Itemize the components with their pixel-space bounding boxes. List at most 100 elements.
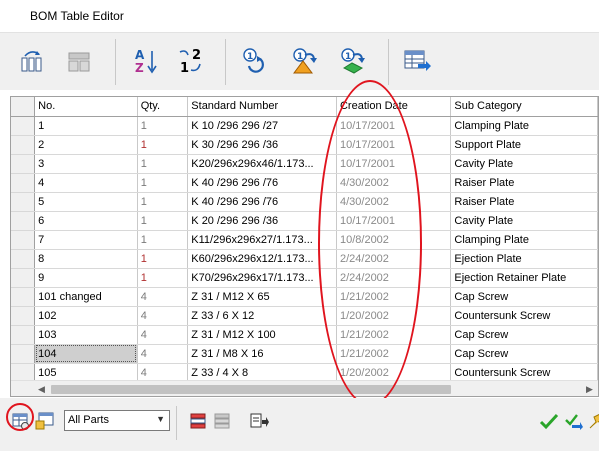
- insert-column-icon[interactable]: [18, 45, 48, 77]
- table-row[interactable]: 104 4 Z 31 / M8 X 16 1/21/2002 Cap Screw: [11, 344, 598, 364]
- table-settings-icon[interactable]: [10, 410, 32, 432]
- cell-qty[interactable]: 1: [137, 249, 189, 269]
- load-table-icon[interactable]: [34, 410, 56, 432]
- row-header[interactable]: [11, 230, 36, 250]
- cell-sub-category[interactable]: Support Plate: [450, 135, 598, 155]
- cell-creation-date[interactable]: 4/30/2002: [336, 173, 452, 193]
- cell-no[interactable]: 6: [34, 211, 138, 231]
- row-header[interactable]: [11, 173, 36, 193]
- pin-icon[interactable]: [586, 410, 599, 432]
- cell-no[interactable]: 101 changed: [34, 287, 138, 307]
- cell-standard-number[interactable]: K 20 /296 296 /36: [187, 211, 337, 231]
- cell-creation-date[interactable]: 10/17/2001: [336, 116, 452, 136]
- cell-no[interactable]: 9: [34, 268, 138, 288]
- cell-creation-date[interactable]: 10/17/2001: [336, 135, 452, 155]
- cell-creation-date[interactable]: 1/21/2002: [336, 344, 452, 364]
- cell-no[interactable]: 104: [34, 344, 138, 364]
- cell-sub-category[interactable]: Cap Screw: [450, 325, 598, 345]
- cell-no[interactable]: 102: [34, 306, 138, 326]
- export-table-icon[interactable]: [402, 45, 432, 77]
- cell-standard-number[interactable]: Z 33 / 6 X 12: [187, 306, 337, 326]
- table-row[interactable]: 41K 40 /296 296 /76 4/30/2002 Raiser Plate: [11, 173, 598, 193]
- column-header-no[interactable]: No.: [34, 97, 138, 117]
- table-row[interactable]: 102 4 Z 33 / 6 X 12 1/20/2002 Countersunk Sc…: [11, 306, 598, 326]
- cell-creation-date[interactable]: 1/21/2002: [336, 287, 452, 307]
- table-row[interactable]: 103 4 Z 31 / M12 X 100 1/21/2002 Cap Screw: [11, 325, 598, 345]
- cell-no[interactable]: 7: [34, 230, 138, 250]
- cell-standard-number[interactable]: K 10 /296 296 /27: [187, 116, 337, 136]
- cell-standard-number[interactable]: Z 31 / M8 X 16: [187, 344, 337, 364]
- row-header[interactable]: [11, 192, 36, 212]
- table-row[interactable]: 7 1 K11/296x296x27/1.173... 10/8/2002 Clampi…: [11, 230, 598, 250]
- cell-sub-category[interactable]: Clamping Plate: [450, 230, 598, 250]
- ok-check-icon[interactable]: [538, 410, 560, 432]
- cell-qty[interactable]: 1: [137, 173, 189, 193]
- delete-row-icon[interactable]: [188, 410, 210, 432]
- delete-column-icon[interactable]: [64, 45, 94, 77]
- cell-qty[interactable]: 4: [137, 344, 189, 364]
- cell-creation-date[interactable]: 2/24/2002: [336, 268, 452, 288]
- cell-qty[interactable]: 4: [137, 325, 189, 345]
- row-header[interactable]: [11, 325, 36, 345]
- cell-qty[interactable]: 1: [137, 211, 189, 231]
- cell-no[interactable]: 103: [34, 325, 138, 345]
- replace-part-icon[interactable]: 1: [338, 45, 368, 77]
- corner-cell[interactable]: [11, 97, 36, 117]
- update-part-icon[interactable]: 1: [290, 45, 320, 77]
- row-header[interactable]: [11, 344, 36, 364]
- table-row[interactable]: 11K 10 /296 296 /27 10/17/2001 Clamping Pl…: [11, 116, 598, 136]
- column-header-sub-category[interactable]: Sub Category: [450, 97, 598, 117]
- cell-sub-category[interactable]: Cap Screw: [450, 287, 598, 307]
- row-header[interactable]: [11, 116, 36, 136]
- cell-qty[interactable]: 4: [137, 287, 189, 307]
- cell-qty[interactable]: 1: [137, 135, 189, 155]
- cell-sub-category[interactable]: Cavity Plate: [450, 154, 598, 174]
- cell-sub-category[interactable]: Cavity Plate: [450, 211, 598, 231]
- column-header-standard-number[interactable]: Standard Number: [187, 97, 337, 117]
- table-row[interactable]: 101 changed 4 Z 31 / M12 X 65 1/21/2002 Cap …: [11, 287, 598, 307]
- column-header-qty[interactable]: Qty.: [137, 97, 189, 117]
- cell-sub-category[interactable]: Countersunk Screw: [450, 306, 598, 326]
- cell-standard-number[interactable]: K20/296x296x46/1.173...: [187, 154, 337, 174]
- cell-standard-number[interactable]: K60/296x296x12/1.173...: [187, 249, 337, 269]
- cell-no[interactable]: 2: [34, 135, 138, 155]
- cell-qty[interactable]: 1: [137, 192, 189, 212]
- cell-sub-category[interactable]: Raiser Plate: [450, 192, 598, 212]
- cell-qty[interactable]: 1: [137, 154, 189, 174]
- cell-no[interactable]: 3: [34, 154, 138, 174]
- row-header[interactable]: [11, 154, 36, 174]
- cell-no[interactable]: 1: [34, 116, 138, 136]
- table-row[interactable]: 21K 30 /296 296 /36 10/17/2001 Support Pla…: [11, 135, 598, 155]
- cell-qty[interactable]: 1: [137, 116, 189, 136]
- cell-creation-date[interactable]: 1/21/2002: [336, 325, 452, 345]
- table-row[interactable]: 51K 40 /296 296 /76 4/30/2002 Raiser Plate: [11, 192, 598, 212]
- scroll-left-icon[interactable]: ◀: [38, 384, 45, 395]
- parts-filter-select[interactable]: All Parts ▼: [64, 410, 170, 431]
- cell-no[interactable]: 5: [34, 192, 138, 212]
- print-table-icon[interactable]: [248, 410, 270, 432]
- cell-standard-number[interactable]: K 40 /296 296 /76: [187, 192, 337, 212]
- cell-creation-date[interactable]: 2/24/2002: [336, 249, 452, 269]
- cell-creation-date[interactable]: 10/17/2001: [336, 154, 452, 174]
- cell-no[interactable]: 4: [34, 173, 138, 193]
- table-row[interactable]: 61K 20 /296 296 /36 10/17/2001 Cavity Plat…: [11, 211, 598, 231]
- cell-sub-category[interactable]: Raiser Plate: [450, 173, 598, 193]
- row-header[interactable]: [11, 135, 36, 155]
- table-row[interactable]: 8 1 K60/296x296x12/1.173... 2/24/2002 Ejecti…: [11, 249, 598, 269]
- row-header[interactable]: [11, 306, 36, 326]
- cell-standard-number[interactable]: K11/296x296x27/1.173...: [187, 230, 337, 250]
- cell-sub-category[interactable]: Clamping Plate: [450, 116, 598, 136]
- cell-standard-number[interactable]: Z 31 / M12 X 100: [187, 325, 337, 345]
- row-header[interactable]: [11, 249, 36, 269]
- row-header[interactable]: [11, 211, 36, 231]
- scroll-right-icon[interactable]: ▶: [586, 384, 593, 395]
- cell-qty[interactable]: 4: [137, 306, 189, 326]
- cell-no[interactable]: 8: [34, 249, 138, 269]
- apply-icon[interactable]: [562, 410, 584, 432]
- cell-creation-date[interactable]: 4/30/2002: [336, 192, 452, 212]
- cell-sub-category[interactable]: Cap Screw: [450, 344, 598, 364]
- cell-standard-number[interactable]: K 30 /296 296 /36: [187, 135, 337, 155]
- row-header[interactable]: [11, 268, 36, 288]
- cell-creation-date[interactable]: 1/20/2002: [336, 306, 452, 326]
- table-row[interactable]: 9 1 K70/296x296x17/1.173... 2/24/2002 Ejecti…: [11, 268, 598, 288]
